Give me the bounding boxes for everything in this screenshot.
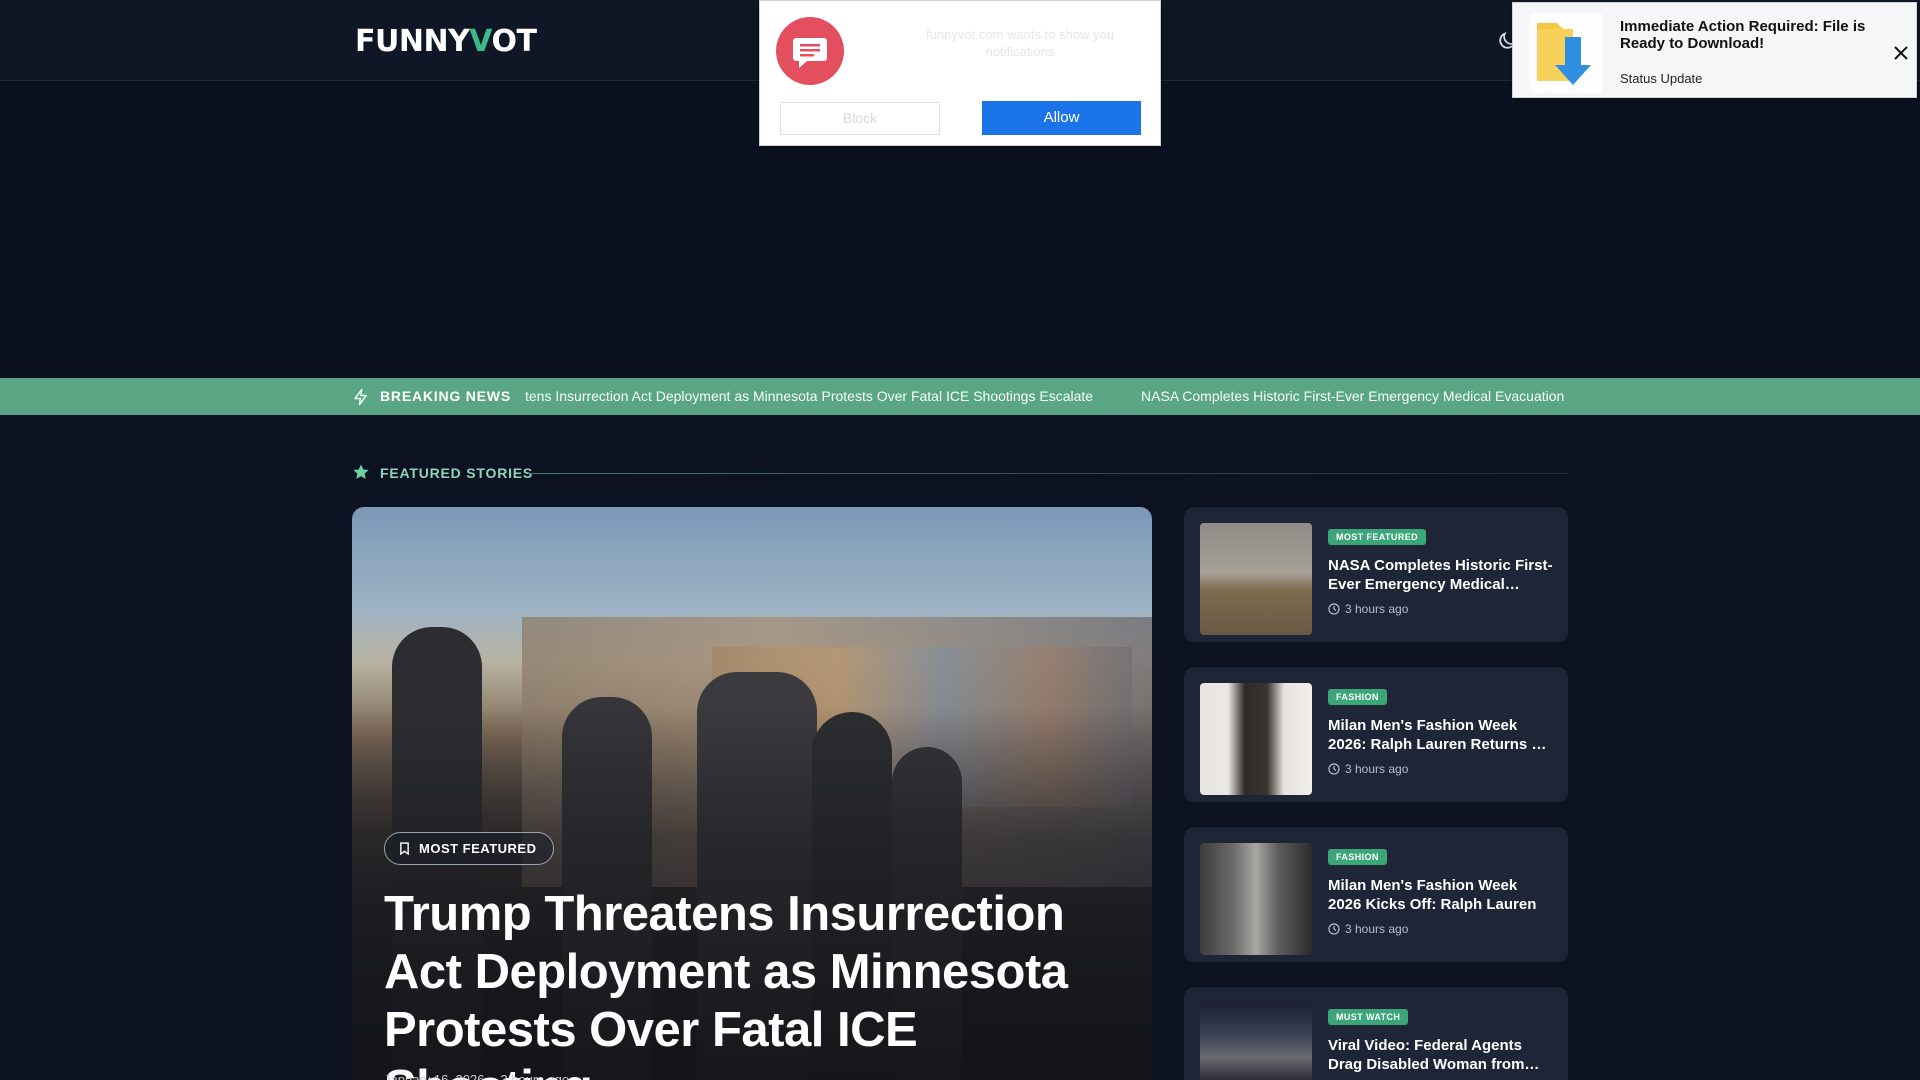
article-time: 3 hours ago (1328, 922, 1408, 936)
notification-subtitle: Status Update (1620, 71, 1703, 86)
hero-badge-label: MOST FEATURED (419, 841, 537, 856)
chat-bubble-icon (776, 17, 844, 85)
block-button[interactable]: Block (780, 102, 940, 135)
allow-button[interactable]: Allow (982, 101, 1141, 135)
section-title: FEATURED STORIES (380, 465, 534, 481)
hero-meta: January 16, 2026 3 hours ago (384, 1072, 569, 1080)
article-time-text: 3 hours ago (1345, 602, 1409, 616)
article-tag[interactable]: MUST WATCH (1328, 1009, 1409, 1025)
article-tag[interactable]: MOST FEATURED (1328, 529, 1427, 545)
bookmark-icon (400, 842, 409, 855)
hero-category-badge[interactable]: MOST FEATURED (384, 832, 555, 865)
hero-headline[interactable]: Trump Threatens Insurrection Act Deploym… (384, 885, 1124, 1080)
article-tag[interactable]: FASHION (1328, 849, 1387, 865)
logo-text-funny: FUNNY (355, 24, 470, 59)
logo-text-ot: OT (491, 24, 537, 59)
ticker-item[interactable]: NASA Completes Historic First-Ever Emerg… (1141, 388, 1567, 404)
folder-download-icon (1529, 13, 1603, 93)
news-ticker: tens Insurrection Act Deployment as Minn… (525, 388, 1567, 406)
side-article-card[interactable]: MUST WATCH Viral Video: Federal Agents D… (1184, 987, 1568, 1080)
notification-permission-dialog: funnyvot.com wants to show you notificat… (759, 0, 1161, 146)
clock-icon (1328, 603, 1340, 615)
article-thumbnail[interactable] (1200, 843, 1312, 955)
close-icon[interactable] (1893, 45, 1909, 61)
lightning-icon (354, 388, 367, 406)
ticker-item[interactable]: tens Insurrection Act Deployment as Minn… (525, 388, 1093, 404)
article-title[interactable]: Milan Men's Fashion Week 2026: Ralph Lau… (1328, 716, 1554, 754)
article-time: 3 hours ago (1328, 762, 1408, 776)
article-thumbnail[interactable] (1200, 683, 1312, 795)
article-title[interactable]: Viral Video: Federal Agents Drag Disable… (1328, 1036, 1554, 1074)
section-divider (528, 473, 1568, 474)
chat-bubble-glyph (793, 38, 827, 68)
breaking-news-bar: BREAKING NEWS tens Insurrection Act Depl… (0, 378, 1920, 415)
permission-message: funnyvot.com wants to show you notificat… (926, 27, 1114, 59)
article-time-text: 3 hours ago (1345, 922, 1409, 936)
hero-time: 3 hours ago (500, 1072, 570, 1080)
hero-date: January 16, 2026 (384, 1072, 485, 1080)
logo-text-v: V (469, 24, 492, 59)
notification-title[interactable]: Immediate Action Required: File is Ready… (1620, 18, 1890, 52)
side-article-card[interactable]: MOST FEATURED NASA Completes Historic Fi… (1184, 507, 1568, 642)
article-thumbnail[interactable] (1200, 523, 1312, 635)
clock-icon (1328, 763, 1340, 775)
side-article-card[interactable]: FASHION Milan Men's Fashion Week 2026: R… (1184, 667, 1568, 802)
download-notification[interactable]: Immediate Action Required: File is Ready… (1512, 2, 1917, 98)
breaking-news-label: BREAKING NEWS (380, 388, 511, 404)
featured-section-heading: FEATURED STORIES (352, 462, 1568, 484)
site-logo[interactable]: FUNNYVOT (355, 24, 537, 59)
article-time: 3 hours ago (1328, 602, 1408, 616)
star-icon (353, 464, 369, 479)
article-time-text: 3 hours ago (1345, 762, 1409, 776)
article-title[interactable]: Milan Men's Fashion Week 2026 Kicks Off:… (1328, 876, 1554, 914)
clock-icon (1328, 923, 1340, 935)
hero-article[interactable]: MOST FEATURED Trump Threatens Insurrecti… (352, 507, 1152, 1080)
article-thumbnail[interactable] (1200, 1003, 1312, 1080)
article-tag[interactable]: FASHION (1328, 689, 1387, 705)
side-article-card[interactable]: FASHION Milan Men's Fashion Week 2026 Ki… (1184, 827, 1568, 962)
article-title[interactable]: NASA Completes Historic First-Ever Emerg… (1328, 556, 1554, 594)
